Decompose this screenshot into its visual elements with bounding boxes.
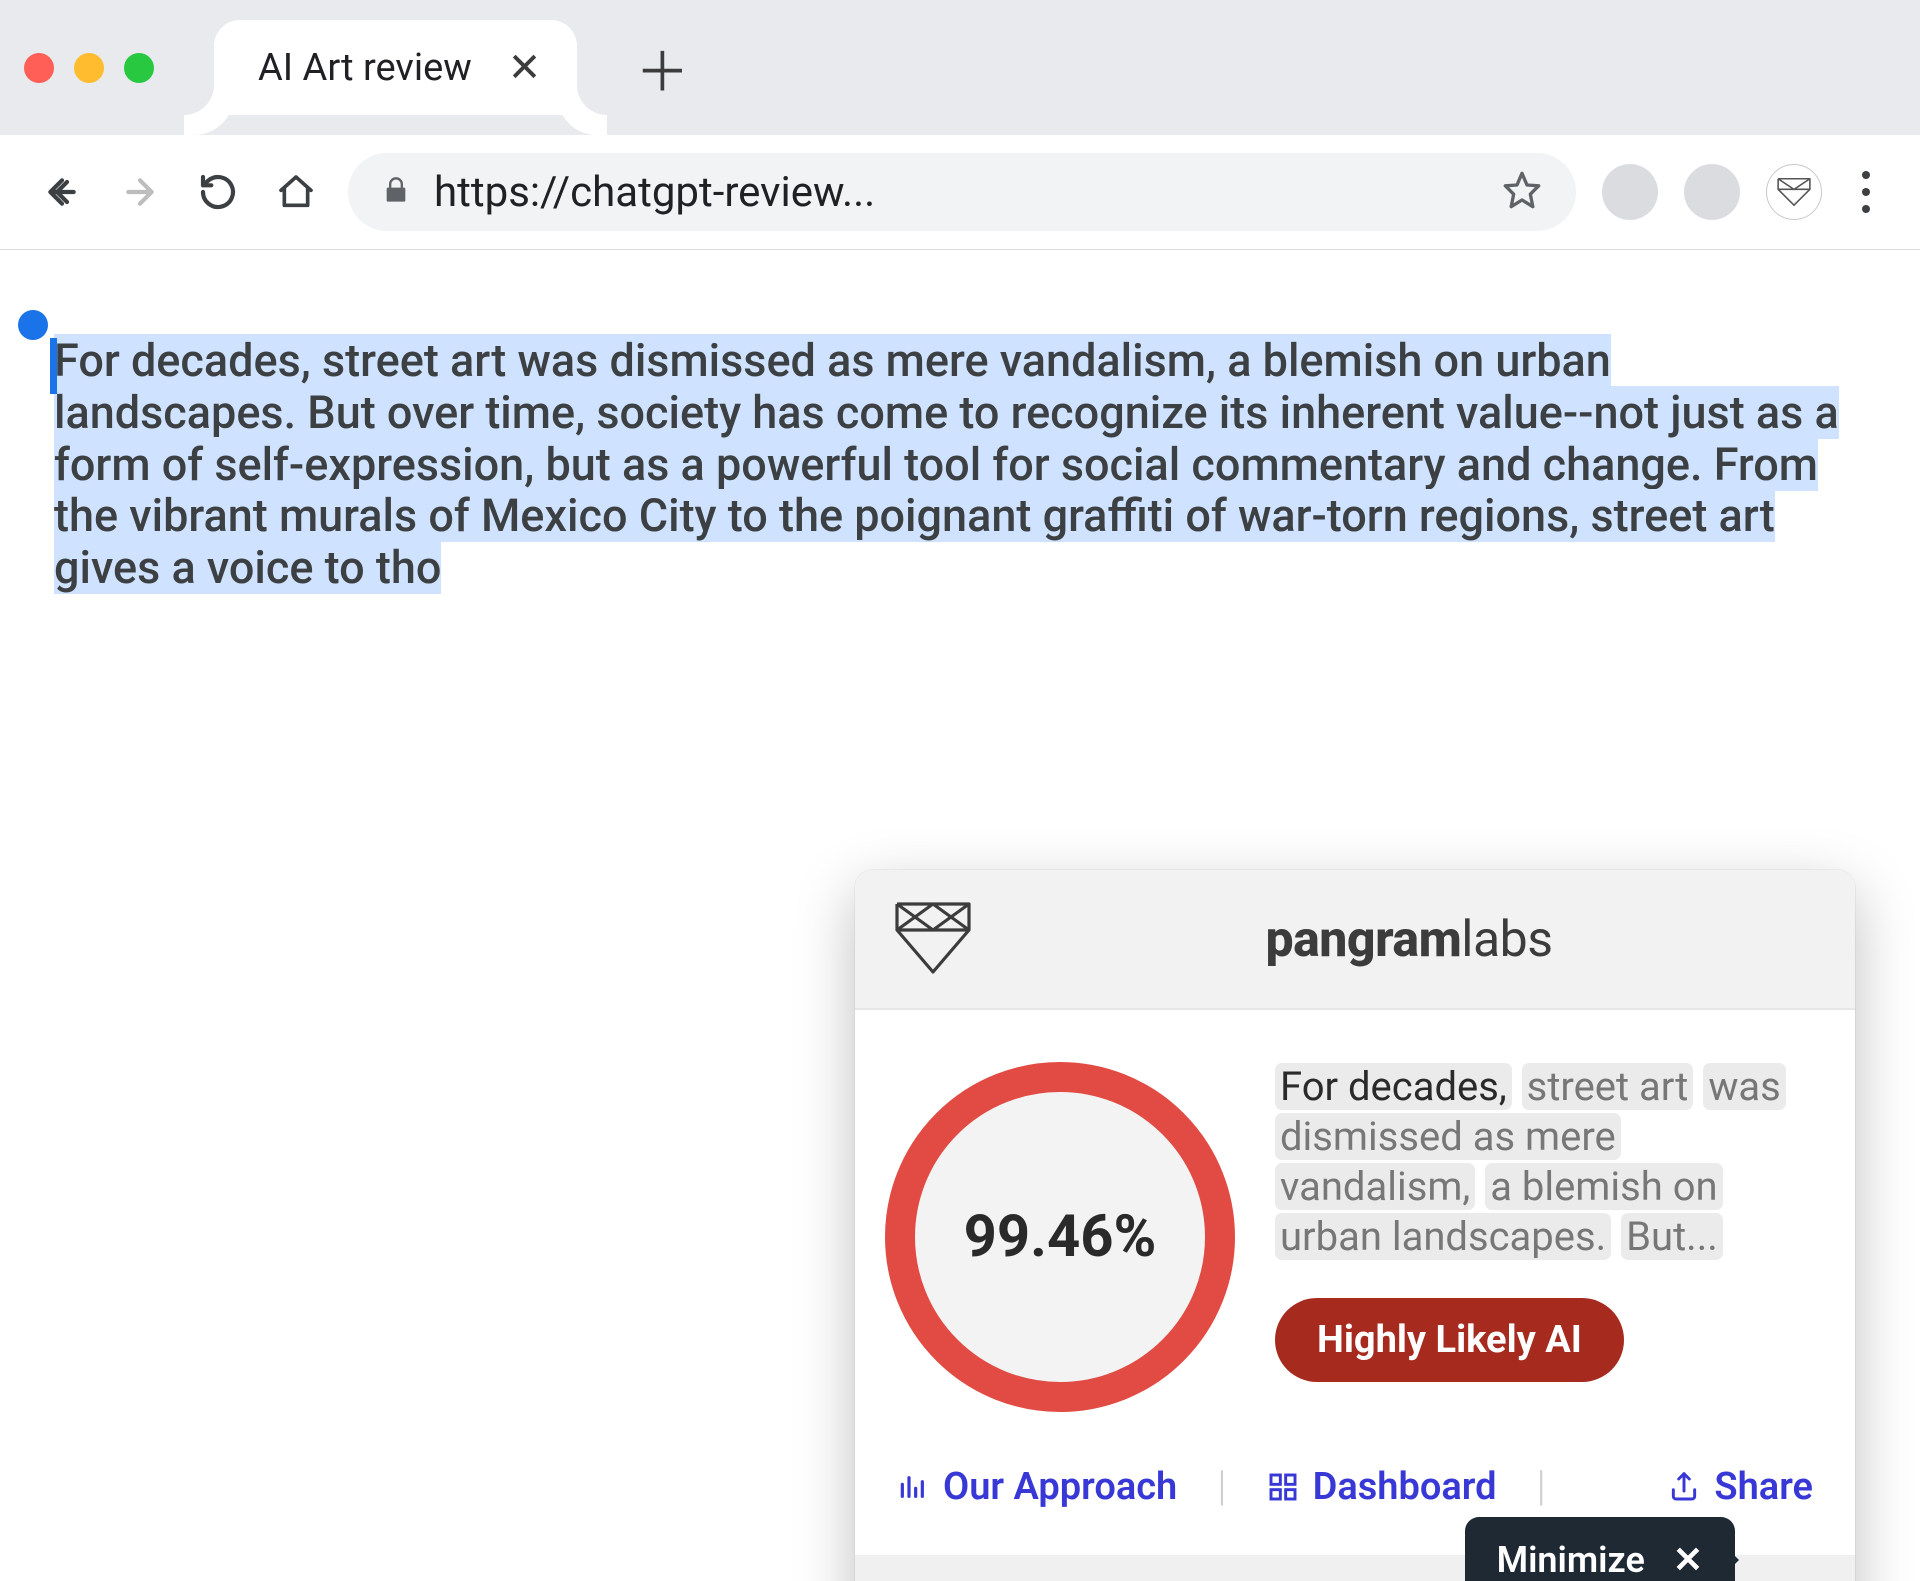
link-separator: | (1217, 1462, 1226, 1511)
back-button[interactable] (36, 166, 88, 218)
our-approach-label: Our Approach (943, 1465, 1177, 1509)
browser-tab[interactable]: AI Art review ✕ (214, 20, 577, 115)
popup-footer: Minimize ✕ (855, 1555, 1855, 1581)
text-caret-icon (50, 338, 57, 394)
profile-avatar-placeholder[interactable] (1684, 164, 1740, 220)
browser-menu-button[interactable] (1848, 161, 1884, 223)
bookmark-star-icon[interactable] (1502, 170, 1542, 214)
verdict-badge: Highly Likely AI (1275, 1298, 1624, 1382)
our-approach-link[interactable]: Our Approach (897, 1465, 1177, 1509)
dashboard-link[interactable]: Dashboard (1267, 1465, 1497, 1509)
selection-handle-icon[interactable] (18, 310, 48, 340)
tab-strip: AI Art review ✕ ＋ (0, 0, 1920, 135)
maximize-window-button[interactable] (124, 53, 154, 83)
pangram-popup: pangramlabs 99.46% For decades, street a… (855, 870, 1855, 1581)
minimize-tooltip-label: Minimize (1497, 1539, 1645, 1581)
forward-button[interactable] (114, 166, 166, 218)
article-text[interactable]: For decades, street art was dismissed as… (54, 335, 1854, 594)
address-bar[interactable]: https://chatgpt-review... (348, 153, 1576, 231)
popup-body: 99.46% For decades, street art was dismi… (855, 1010, 1855, 1452)
home-button[interactable] (270, 166, 322, 218)
close-tab-button[interactable]: ✕ (508, 48, 542, 88)
reload-button[interactable] (192, 166, 244, 218)
minimize-tooltip: Minimize ✕ (1465, 1517, 1735, 1581)
url-text: https://chatgpt-review... (434, 168, 1478, 217)
window-controls (24, 53, 154, 83)
popup-right-column: For decades, street art was dismissed as… (1275, 1062, 1813, 1382)
popup-header: pangramlabs (855, 870, 1855, 1010)
profile-avatar-placeholder[interactable] (1602, 164, 1658, 220)
ai-score-value: 99.46% (964, 1203, 1157, 1271)
popup-brand-label: pangramlabs (1001, 911, 1817, 969)
share-label: Share (1714, 1465, 1813, 1509)
share-link[interactable]: Share (1668, 1465, 1813, 1509)
browser-window: AI Art review ✕ ＋ https://chatgpt-review… (0, 0, 1920, 1581)
minimize-popup-button[interactable] (1765, 1573, 1819, 1581)
ai-score-gauge: 99.46% (885, 1062, 1235, 1412)
selected-text: For decades, street art was dismissed as… (54, 334, 1839, 594)
browser-toolbar: https://chatgpt-review... (0, 135, 1920, 250)
new-tab-button[interactable]: ＋ (637, 43, 687, 93)
tab-title: AI Art review (258, 46, 472, 90)
tooltip-close-button[interactable]: ✕ (1673, 1539, 1703, 1581)
pangram-extension-icon[interactable] (1766, 164, 1822, 220)
minimize-window-button[interactable] (74, 53, 104, 83)
link-separator: | (1536, 1462, 1545, 1511)
page-content: For decades, street art was dismissed as… (0, 250, 1920, 1581)
close-window-button[interactable] (24, 53, 54, 83)
pangram-logo-icon (893, 900, 973, 980)
analyzed-snippet: For decades, street art was dismissed as… (1275, 1062, 1813, 1262)
gauge-ring-icon: 99.46% (885, 1062, 1235, 1412)
dashboard-label: Dashboard (1313, 1465, 1497, 1509)
lock-icon (382, 175, 410, 209)
